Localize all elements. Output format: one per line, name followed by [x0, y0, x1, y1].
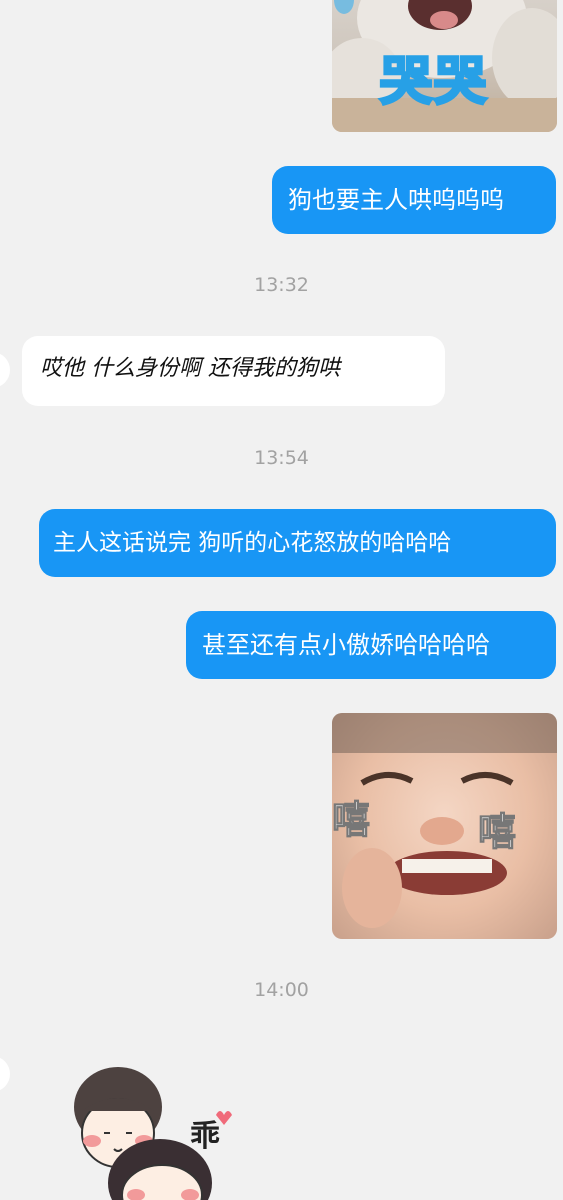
avatar[interactable] — [0, 352, 10, 388]
sticker-caption-left: 嘻 — [332, 798, 371, 843]
crying-cat-sticker[interactable]: 哭哭 — [332, 0, 557, 132]
sticker-caption-right: 嘻 — [477, 810, 517, 855]
incoming-message-bubble[interactable]: 哎他 什么身份啊 还得我的狗哄 — [22, 336, 445, 406]
avatar[interactable] — [0, 1056, 10, 1092]
timestamp: 13:32 — [254, 274, 309, 296]
outgoing-message-bubble[interactable]: 甚至还有点小傲娇哈哈哈哈 — [186, 611, 556, 679]
chat-message-list[interactable]: 哭哭 狗也要主人哄呜呜呜 13:32 哎他 什么身份啊 还得我的狗哄 13:54… — [0, 0, 563, 1200]
outgoing-message-bubble[interactable]: 主人这话说完 狗听的心花怒放的哈哈哈 — [39, 509, 556, 577]
timestamp: 13:54 — [254, 447, 309, 469]
outgoing-message-bubble[interactable]: 狗也要主人哄呜呜呜 — [272, 166, 556, 234]
sticker-caption: 乖 — [190, 1119, 220, 1154]
grinning-baby-sticker[interactable]: 嘻 嘻 — [332, 713, 557, 939]
cartoon-couple-sticker[interactable]: 乖 — [40, 1055, 240, 1200]
sticker-caption: 哭哭 — [378, 51, 489, 114]
timestamp: 14:00 — [254, 979, 309, 1001]
